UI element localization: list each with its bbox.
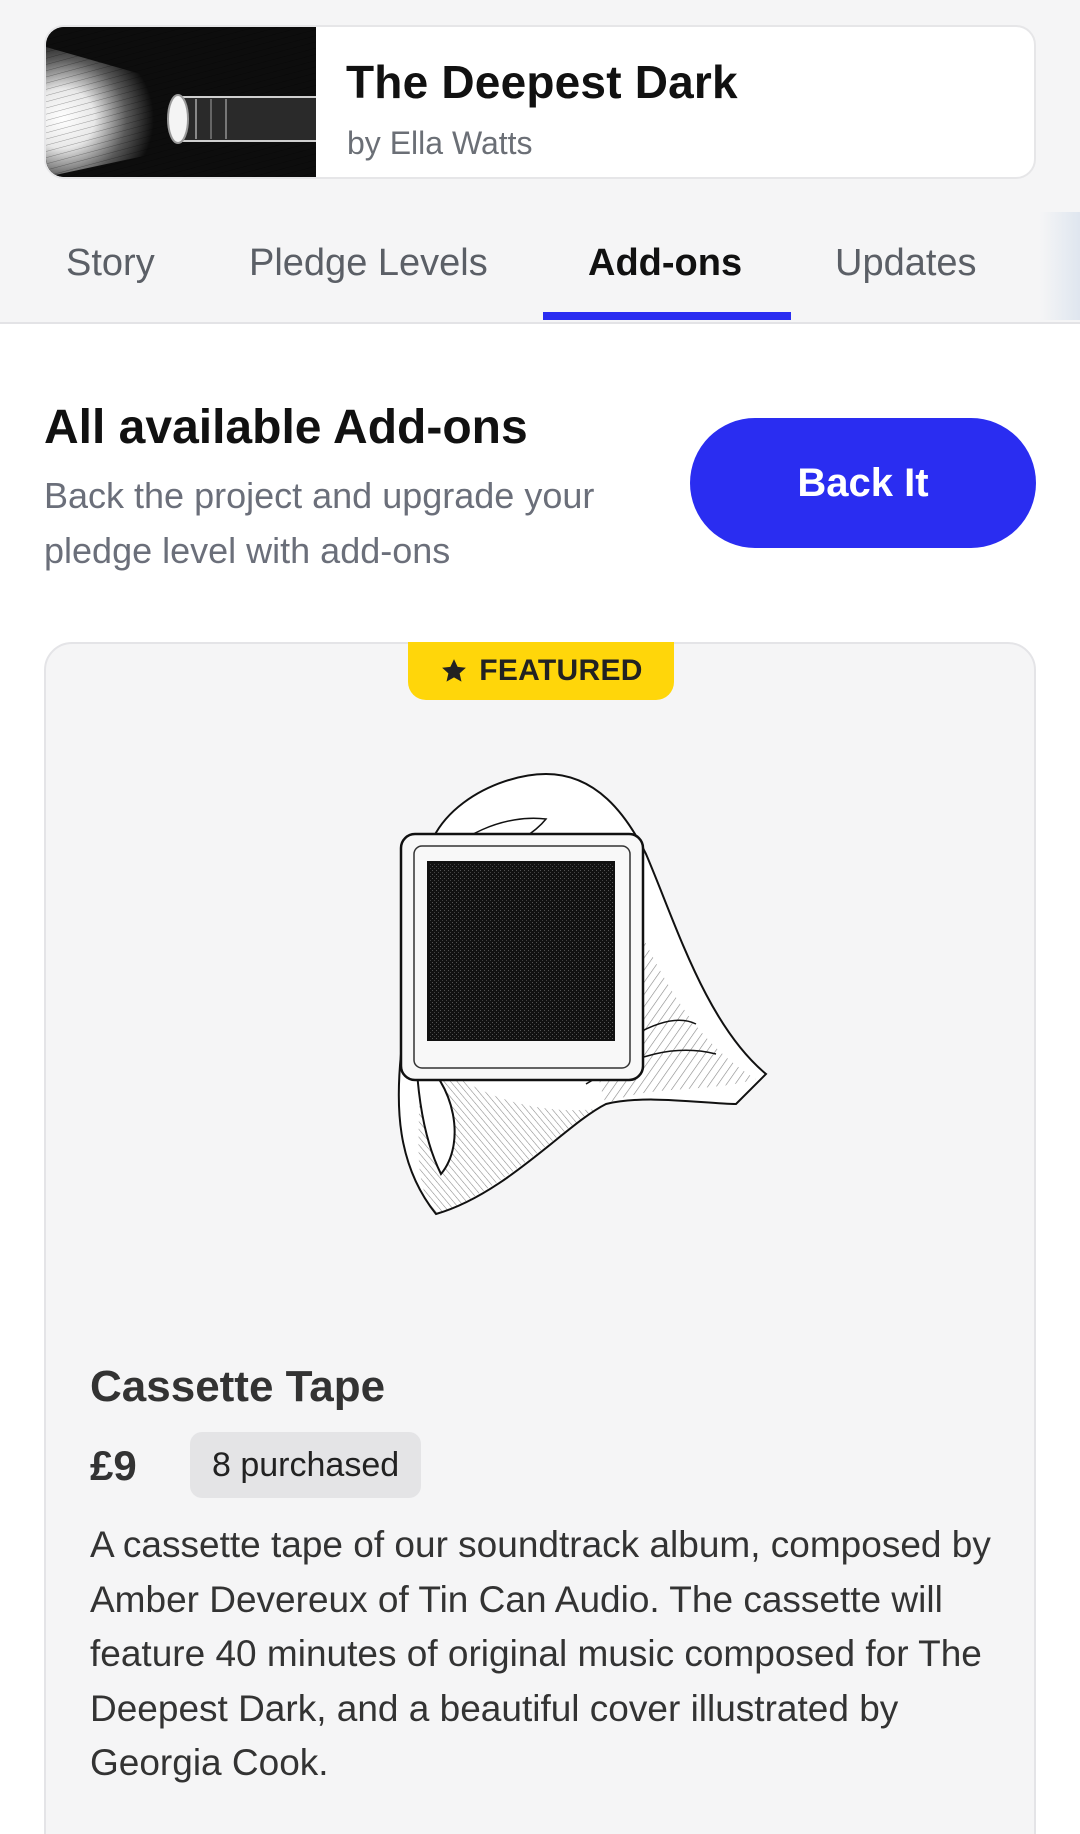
section-subtitle: Back the project and upgrade your pledge… — [44, 475, 595, 571]
project-author[interactable]: by Ella Watts — [347, 125, 533, 162]
addon-title: Cassette Tape — [90, 1362, 386, 1411]
featured-label: FEATURED — [479, 654, 643, 687]
addon-card[interactable]: FEATURED Cassette Tape £9 8 purchased A … — [44, 642, 1036, 1834]
star-icon — [442, 659, 467, 682]
tab-pledge-levels[interactable]: Pledge Levels — [249, 242, 488, 285]
project-header: The Deepest Dark by Ella Watts — [0, 0, 1080, 212]
tabs-scroll-fade — [1040, 212, 1080, 320]
project-thumbnail — [46, 27, 316, 177]
page: The Deepest Dark by Ella Watts Story Ple… — [0, 0, 1080, 1834]
addon-price: £9 — [90, 1442, 137, 1489]
featured-badge: FEATURED — [408, 642, 674, 700]
project-card[interactable]: The Deepest Dark by Ella Watts — [44, 25, 1036, 179]
addon-description: A cassette tape of our soundtrack album,… — [90, 1524, 991, 1783]
section-title: All available Add-ons — [44, 401, 528, 454]
tab-bar: Story Pledge Levels Add-ons Updates — [0, 212, 1080, 324]
hooded-figure-illustration — [346, 724, 846, 1284]
tab-updates[interactable]: Updates — [835, 242, 977, 285]
active-tab-indicator — [543, 312, 791, 320]
back-it-button[interactable]: Back It — [690, 418, 1036, 548]
project-title: The Deepest Dark — [346, 56, 738, 108]
tab-story[interactable]: Story — [66, 242, 155, 285]
tab-add-ons[interactable]: Add-ons — [588, 242, 742, 285]
purchased-count-badge: 8 purchased — [190, 1432, 422, 1498]
